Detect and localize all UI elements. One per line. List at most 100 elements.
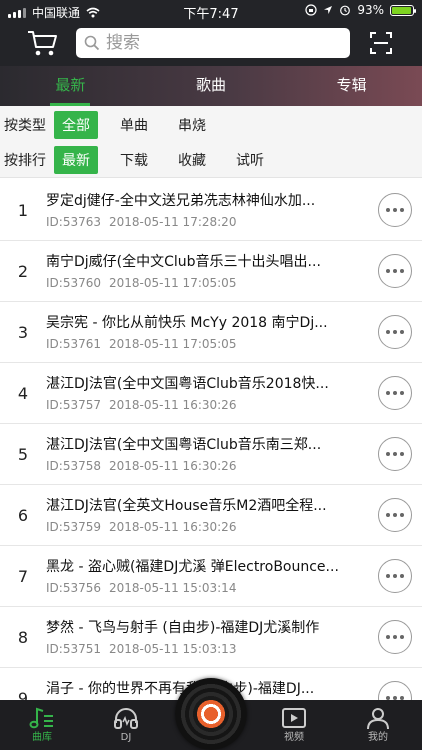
song-date: 2018-05-11 16:30:26 — [109, 520, 237, 534]
search-box[interactable] — [76, 28, 350, 58]
song-date: 2018-05-11 15:03:13 — [109, 642, 237, 656]
battery-icon — [390, 4, 416, 16]
song-date: 2018-05-11 16:30:26 — [109, 459, 237, 473]
song-id: ID:53761 — [46, 337, 101, 351]
song-id: ID:53763 — [46, 215, 101, 229]
song-index: 7 — [17, 566, 29, 586]
song-title: 南宁Dj威仔(全中文Club音乐三十出头唱出... — [46, 254, 321, 270]
filter-type-medley[interactable]: 串烧 — [170, 111, 214, 139]
more-options-button[interactable] — [378, 315, 412, 349]
song-title: 罗定dj健仔-全中文送兄弟冼志林神仙水加... — [46, 193, 316, 209]
song-row[interactable]: 3 吴宗宪 - 你比从前快乐 McYy 2018 南宁Dj... ID:5376… — [0, 302, 422, 363]
more-options-button[interactable] — [378, 254, 412, 288]
song-id: ID:53758 — [46, 459, 101, 473]
song-info: 黑龙 - 盗心贼(福建DJ尤溪 弹ElectroBounce... ID:537… — [46, 546, 422, 606]
song-index: 8 — [17, 627, 29, 647]
filter-rank-preview[interactable]: 试听 — [228, 146, 272, 174]
song-title: 梦然 - 飞鸟与射手 (自由步)-福建DJ尤溪制作 — [46, 620, 320, 636]
filter-rank-latest[interactable]: 最新 — [54, 146, 98, 174]
more-options-button[interactable] — [378, 376, 412, 410]
song-title: 湛江DJ法官(全中文国粤语Club音乐南三郑... — [46, 437, 322, 453]
song-meta: ID:53763 2018-05-11 17:28:20 — [46, 215, 236, 229]
search-icon — [84, 35, 100, 51]
filter-rank-download[interactable]: 下载 — [112, 146, 156, 174]
vinyl-player-button[interactable] — [175, 678, 247, 750]
filter-type-all[interactable]: 全部 — [54, 111, 98, 139]
more-options-button[interactable] — [378, 193, 412, 227]
battery-percent: 93% — [357, 3, 384, 17]
nav-dj[interactable]: DJ — [96, 700, 156, 750]
song-meta: ID:53760 2018-05-11 17:05:05 — [46, 276, 236, 290]
tab-latest[interactable]: 最新 — [0, 66, 141, 106]
song-row[interactable]: 2 南宁Dj威仔(全中文Club音乐三十出头唱出... ID:53760 2018… — [0, 241, 422, 302]
song-index: 6 — [17, 505, 29, 525]
song-info: 南宁Dj威仔(全中文Club音乐三十出头唱出... ID:53760 2018-0… — [46, 241, 422, 301]
filter-label-type: 按类型 — [4, 118, 46, 134]
song-row[interactable]: 6 湛江DJ法官(全英文House音乐M2酒吧全程... ID:53759 201… — [0, 485, 422, 546]
song-row[interactable]: 8 梦然 - 飞鸟与射手 (自由步)-福建DJ尤溪制作 ID:53751 2018… — [0, 607, 422, 668]
song-index: 2 — [17, 261, 29, 281]
more-options-button[interactable] — [378, 620, 412, 654]
more-options-button[interactable] — [378, 498, 412, 532]
song-row[interactable]: 4 湛江DJ法官(全中文国粤语Club音乐2018快... ID:53757 20… — [0, 363, 422, 424]
song-id: ID:53760 — [46, 276, 101, 290]
song-title: 黑龙 - 盗心贼(福建DJ尤溪 弹ElectroBounce... — [46, 559, 339, 575]
song-id: ID:53757 — [46, 398, 101, 412]
song-info: 梦然 - 飞鸟与射手 (自由步)-福建DJ尤溪制作 ID:53751 2018-0… — [46, 607, 422, 667]
tab-songs[interactable]: 歌曲 — [141, 66, 282, 106]
cart-icon — [28, 31, 57, 56]
search-input[interactable] — [106, 33, 326, 53]
song-meta: ID:53751 2018-05-11 15:03:13 — [46, 642, 236, 656]
song-row[interactable]: 5 湛江DJ法官(全中文国粤语Club音乐南三郑... ID:53758 2018… — [0, 424, 422, 485]
song-row[interactable]: 7 黑龙 - 盗心贼(福建DJ尤溪 弹ElectroBounce... ID:5… — [0, 546, 422, 607]
song-date: 2018-05-11 17:05:05 — [109, 337, 237, 351]
nav-label-library: 曲库 — [32, 732, 52, 743]
status-right: 93% — [305, 3, 416, 17]
nav-label-video: 视频 — [284, 732, 304, 743]
filter-row-type: 按类型 全部 单曲 串烧 — [0, 107, 422, 143]
nav-video[interactable]: 视频 — [264, 700, 324, 750]
more-options-button[interactable] — [378, 559, 412, 593]
nav-music-library[interactable]: 曲库 — [12, 700, 72, 750]
more-options-button[interactable] — [378, 437, 412, 471]
scan-button[interactable] — [366, 28, 396, 58]
song-info: 湛江DJ法官(全中文国粤语Club音乐2018快... ID:53757 2018… — [46, 363, 422, 423]
song-date: 2018-05-11 17:28:20 — [109, 215, 237, 229]
nav-profile[interactable]: 我的 — [348, 700, 408, 750]
song-date: 2018-05-11 17:05:05 — [109, 276, 237, 290]
filter-rank-favorite[interactable]: 收藏 — [170, 146, 214, 174]
tab-albums[interactable]: 专辑 — [281, 66, 422, 106]
song-title: 吴宗宪 - 你比从前快乐 McYy 2018 南宁Dj... — [46, 315, 328, 331]
song-id: ID:53751 — [46, 642, 101, 656]
song-index: 5 — [17, 444, 29, 464]
cart-button[interactable] — [26, 28, 60, 58]
filter-row-rank: 按排行 最新 下载 收藏 试听 — [0, 142, 422, 178]
user-icon — [367, 708, 389, 730]
filter-type-single[interactable]: 单曲 — [112, 111, 156, 139]
scan-icon — [370, 32, 392, 54]
alarm-icon — [340, 5, 351, 16]
song-meta: ID:53761 2018-05-11 17:05:05 — [46, 337, 236, 351]
song-meta: ID:53756 2018-05-11 15:03:14 — [46, 581, 236, 595]
song-meta: ID:53757 2018-05-11 16:30:26 — [46, 398, 236, 412]
song-meta: ID:53759 2018-05-11 16:30:26 — [46, 520, 236, 534]
song-index: 4 — [17, 383, 29, 403]
song-meta: ID:53758 2018-05-11 16:30:26 — [46, 459, 236, 473]
song-date: 2018-05-11 15:03:14 — [109, 581, 237, 595]
song-index: 3 — [17, 322, 29, 342]
song-id: ID:53756 — [46, 581, 101, 595]
song-index: 1 — [17, 200, 29, 220]
song-title: 湛江DJ法官(全英文House音乐M2酒吧全程... — [46, 498, 327, 514]
status-bar: 中国联通 下午7:47 93% — [0, 0, 422, 22]
song-info: 湛江DJ法官(全中文国粤语Club音乐南三郑... ID:53758 2018-0… — [46, 424, 422, 484]
song-info: 罗定dj健仔-全中文送兄弟冼志林神仙水加... ID:53763 2018-05-… — [46, 180, 422, 240]
song-list: 1 罗定dj健仔-全中文送兄弟冼志林神仙水加... ID:53763 2018-0… — [0, 180, 422, 700]
tab-bar: 最新 歌曲 专辑 — [0, 66, 422, 106]
song-info: 吴宗宪 - 你比从前快乐 McYy 2018 南宁Dj... ID:53761 2… — [46, 302, 422, 362]
song-row[interactable]: 1 罗定dj健仔-全中文送兄弟冼志林神仙水加... ID:53763 2018-0… — [0, 180, 422, 241]
song-index: 9 — [17, 688, 29, 701]
song-id: ID:53759 — [46, 520, 101, 534]
music-library-icon — [29, 707, 53, 729]
nav-label-profile: 我的 — [368, 732, 388, 743]
filter-label-rank: 按排行 — [4, 153, 46, 169]
